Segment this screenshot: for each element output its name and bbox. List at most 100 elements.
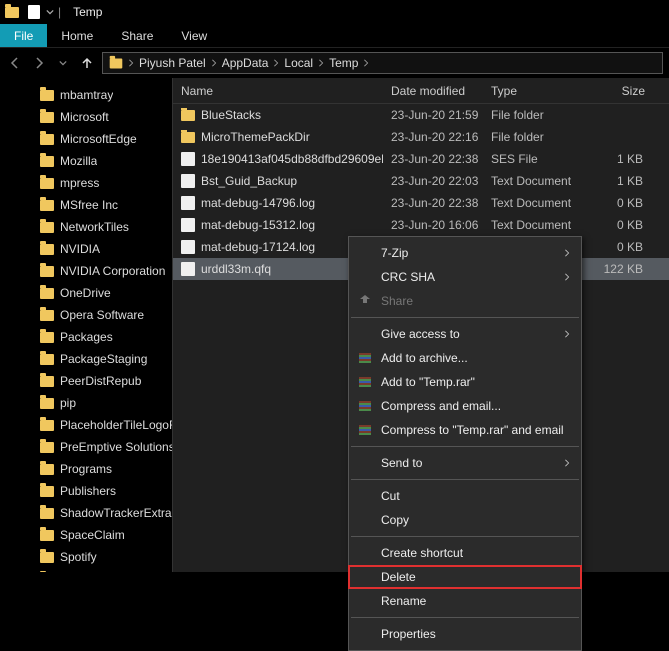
cell-date: 23-Jun-20 22:16	[383, 130, 483, 144]
chevron-right-icon	[563, 273, 571, 281]
sidebar-item-label: PlaceholderTileLogoFolder	[60, 418, 172, 432]
window-title: Temp	[73, 5, 102, 19]
sidebar-item[interactable]: Microsoft	[0, 106, 172, 128]
sidebar-item[interactable]: NVIDIA Corporation	[0, 260, 172, 282]
cell-date: 23-Jun-20 22:03	[383, 174, 483, 188]
cell-size: 0 KB	[593, 218, 653, 232]
file-icon	[181, 196, 195, 210]
chevron-down-icon[interactable]	[46, 8, 54, 16]
doc-icon	[24, 2, 44, 22]
folder-icon	[40, 420, 54, 431]
menu-separator	[351, 479, 579, 480]
back-button[interactable]	[6, 54, 24, 72]
sidebar-item[interactable]: NetworkTiles	[0, 216, 172, 238]
breadcrumb-seg[interactable]: Local	[282, 56, 315, 70]
menu-item[interactable]: Give access to	[349, 322, 581, 346]
sidebar-item-label: ShadowTrackerExtra	[60, 506, 172, 520]
table-row[interactable]: BlueStacks23-Jun-20 21:59File folder	[173, 104, 669, 126]
sidebar-item[interactable]: Spotify	[0, 546, 172, 568]
sidebar-item[interactable]: Programs	[0, 458, 172, 480]
sidebar-item[interactable]: PreEmptive Solutions	[0, 436, 172, 458]
menu-item[interactable]: Compress to "Temp.rar" and email	[349, 418, 581, 442]
sidebar-item[interactable]: Packages	[0, 326, 172, 348]
up-button[interactable]	[78, 54, 96, 72]
sidebar-item[interactable]: MicrosoftEdge	[0, 128, 172, 150]
cell-type: File folder	[483, 130, 593, 144]
tab-home[interactable]: Home	[47, 24, 107, 47]
sidebar-item[interactable]: Opera Software	[0, 304, 172, 326]
sidebar-item[interactable]: SpaceClaim	[0, 524, 172, 546]
share-icon	[357, 293, 373, 309]
sidebar-item[interactable]: PackageStaging	[0, 348, 172, 370]
sidebar-item-label: Spotify	[60, 550, 97, 564]
cell-type: Text Document	[483, 218, 593, 232]
sidebar-item[interactable]: PlaceholderTileLogoFolder	[0, 414, 172, 436]
menu-item[interactable]: CRC SHA	[349, 265, 581, 289]
sidebar-item[interactable]: ShadowTrackerExtra	[0, 502, 172, 524]
sidebar-item[interactable]: pip	[0, 392, 172, 414]
folder-icon	[181, 132, 195, 143]
folder-icon	[40, 156, 54, 167]
menu-item-label: Give access to	[381, 327, 571, 341]
sidebar-item-label: NVIDIA Corporation	[60, 264, 165, 278]
cell-date: 23-Jun-20 16:06	[383, 218, 483, 232]
folder-icon	[40, 354, 54, 365]
menu-item[interactable]: Add to archive...	[349, 346, 581, 370]
table-row[interactable]: MicroThemePackDir 23-Jun-20 22:16File fol…	[173, 126, 669, 148]
breadcrumb-seg[interactable]: AppData	[220, 56, 271, 70]
menu-item-label: 7-Zip	[381, 246, 571, 260]
folder-icon	[40, 266, 54, 277]
sidebar-item[interactable]: mpress	[0, 172, 172, 194]
table-row[interactable]: Bst_Guid_Backup23-Jun-20 22:03Text Docum…	[173, 170, 669, 192]
menu-item[interactable]: Delete	[349, 565, 581, 589]
breadcrumb-seg[interactable]: Piyush Patel	[137, 56, 208, 70]
sidebar-item[interactable]: OneDrive	[0, 282, 172, 304]
table-row[interactable]: 18e190413af045db88dfbd29609eb877.d..23-J…	[173, 148, 669, 170]
menu-item[interactable]: Cut	[349, 484, 581, 508]
sidebar-item[interactable]: Publishers	[0, 480, 172, 502]
folder-icon	[40, 530, 54, 541]
sidebar-item[interactable]: NVIDIA	[0, 238, 172, 260]
column-date[interactable]: Date modified	[383, 84, 483, 98]
tab-view[interactable]: View	[167, 24, 221, 47]
forward-button[interactable]	[30, 54, 48, 72]
menu-item[interactable]: Copy	[349, 508, 581, 532]
menu-item[interactable]: Compress and email...	[349, 394, 581, 418]
table-row[interactable]: mat-debug-15312.log23-Jun-20 16:06Text D…	[173, 214, 669, 236]
menu-separator	[351, 536, 579, 537]
column-size[interactable]: Size	[593, 84, 653, 98]
menu-item[interactable]: Add to "Temp.rar"	[349, 370, 581, 394]
folder-icon	[40, 222, 54, 233]
menu-item-label: Compress to "Temp.rar" and email	[381, 423, 571, 437]
sidebar-item[interactable]: SquirrelTemp	[0, 568, 172, 572]
chevron-right-icon	[563, 249, 571, 257]
titlebar: | Temp	[0, 0, 669, 24]
column-type[interactable]: Type	[483, 84, 593, 98]
table-row[interactable]: mat-debug-14796.log23-Jun-20 22:38Text D…	[173, 192, 669, 214]
tab-file[interactable]: File	[0, 24, 47, 47]
menu-item[interactable]: 7-Zip	[349, 241, 581, 265]
cell-type: File folder	[483, 108, 593, 122]
breadcrumb-root-icon[interactable]	[107, 58, 125, 69]
chevron-right-icon	[563, 330, 571, 338]
breadcrumb[interactable]: Piyush Patel AppData Local Temp	[102, 52, 663, 74]
sidebar-item-label: mbamtray	[60, 88, 113, 102]
tab-share[interactable]: Share	[107, 24, 167, 47]
folder-icon	[40, 134, 54, 145]
sidebar-item[interactable]: mbamtray	[0, 84, 172, 106]
file-name: MicroThemePackDir	[201, 130, 310, 144]
menu-item[interactable]: Rename	[349, 589, 581, 613]
menu-item[interactable]: Properties	[349, 622, 581, 646]
breadcrumb-seg[interactable]: Temp	[327, 56, 360, 70]
rar-icon	[357, 422, 373, 438]
menu-item-label: Share	[381, 294, 571, 308]
folder-icon	[40, 112, 54, 123]
sidebar-item[interactable]: Mozilla	[0, 150, 172, 172]
menu-item[interactable]: Send to	[349, 451, 581, 475]
history-dropdown[interactable]	[54, 54, 72, 72]
sidebar-item[interactable]: MSfree Inc	[0, 194, 172, 216]
sidebar-item[interactable]: PeerDistRepub	[0, 370, 172, 392]
cell-size: 1 KB	[593, 174, 653, 188]
menu-item[interactable]: Create shortcut	[349, 541, 581, 565]
column-name[interactable]: Name	[173, 84, 383, 98]
